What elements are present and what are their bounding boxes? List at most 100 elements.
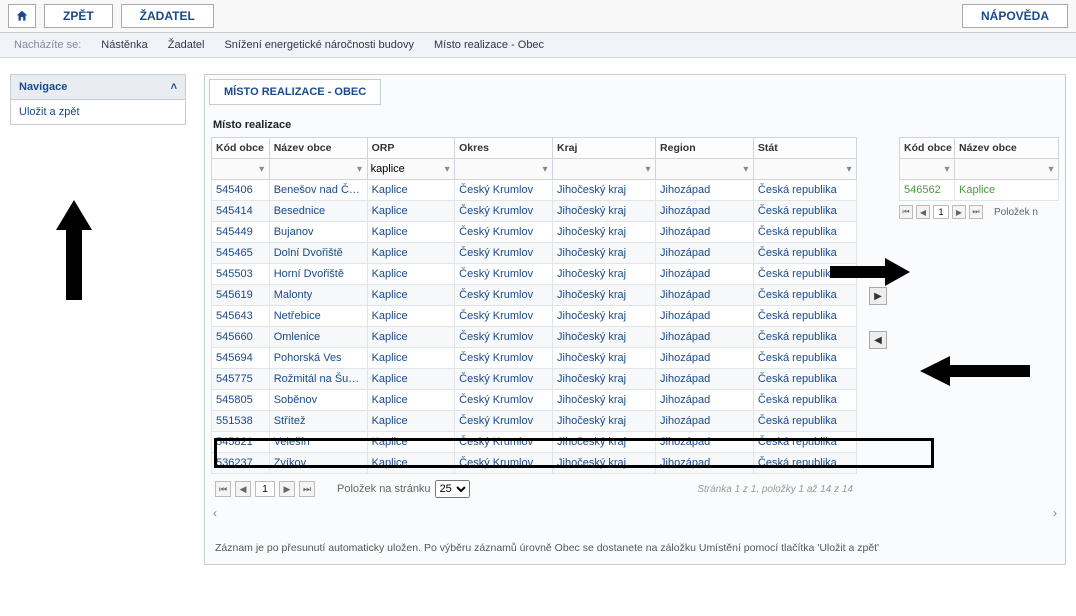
cell-nazev: Zvíkov [269, 453, 367, 474]
cell-region: Jihozápad [656, 306, 754, 327]
rfilter-kod[interactable] [901, 160, 941, 178]
per-page-label: Položek na stránku [337, 483, 431, 495]
move-right-button[interactable]: ▶ [869, 287, 887, 305]
filter-kraj[interactable] [554, 160, 642, 178]
cell-okres: Český Krumlov [455, 201, 553, 222]
funnel-icon[interactable]: ▾ [843, 164, 855, 175]
back-button[interactable]: ZPĚT [44, 4, 113, 28]
col-okres[interactable]: Okres [455, 138, 553, 159]
filter-nazev[interactable] [271, 160, 354, 178]
rpager-prev[interactable]: ◀ [916, 205, 930, 219]
scroll-right-icon[interactable]: › [1053, 506, 1057, 520]
filter-stat[interactable] [755, 160, 843, 178]
pager-next[interactable]: ▶ [279, 481, 295, 497]
cell-kod: 545821 [212, 432, 270, 453]
rpager-page-input[interactable] [933, 205, 949, 219]
cell-okres: Český Krumlov [455, 327, 553, 348]
filter-okres[interactable] [456, 160, 539, 178]
rpager-next[interactable]: ▶ [952, 205, 966, 219]
per-page-select[interactable]: 25 [435, 480, 470, 498]
table-row[interactable]: 545465Dolní DvořištěKapliceČeský Krumlov… [212, 243, 857, 264]
col-kod[interactable]: Kód obce [212, 138, 270, 159]
cell-kod: 545406 [212, 180, 270, 201]
table-row[interactable]: 545805SoběnovKapliceČeský KrumlovJihočes… [212, 390, 857, 411]
rcol-nazev[interactable]: Název obce [955, 138, 1059, 159]
cell-kod: 545643 [212, 306, 270, 327]
cell-nazev: Kaplice [955, 180, 1059, 201]
funnel-icon[interactable]: ▾ [941, 164, 953, 175]
move-left-button[interactable]: ◀ [869, 331, 887, 349]
rpager-last[interactable]: ⏭ [969, 205, 983, 219]
table-row[interactable]: 545694Pohorská VesKapliceČeský KrumlovJi… [212, 348, 857, 369]
help-button[interactable]: NÁPOVĚDA [962, 4, 1068, 28]
cell-region: Jihozápad [656, 411, 754, 432]
cell-region: Jihozápad [656, 369, 754, 390]
funnel-icon[interactable]: ▾ [354, 164, 366, 175]
col-orp[interactable]: ORP [367, 138, 455, 159]
table-row[interactable]: 545660OmleniceKapliceČeský KrumlovJihoče… [212, 327, 857, 348]
crumb-program[interactable]: Snížení energetické náročnosti budovy [224, 39, 414, 51]
funnel-icon[interactable]: ▾ [740, 164, 752, 175]
cell-orp: Kaplice [367, 453, 455, 474]
rfilter-nazev[interactable] [956, 160, 1045, 178]
cell-okres: Český Krumlov [455, 306, 553, 327]
crumb-dashboard[interactable]: Nástěnka [101, 39, 147, 51]
table-row[interactable]: 546562Kaplice [900, 180, 1059, 201]
tab-misto-realizace[interactable]: MÍSTO REALIZACE - OBEC [209, 79, 381, 105]
col-stat[interactable]: Stát [753, 138, 856, 159]
rpager-first[interactable]: ⏮ [899, 205, 913, 219]
col-kraj[interactable]: Kraj [553, 138, 656, 159]
cell-kod: 545449 [212, 222, 270, 243]
table-row[interactable]: 545414BesedniceKapliceČeský KrumlovJihoč… [212, 201, 857, 222]
cell-orp: Kaplice [367, 327, 455, 348]
pager-page-input[interactable] [255, 481, 275, 497]
col-region[interactable]: Region [656, 138, 754, 159]
funnel-icon[interactable]: ▾ [256, 164, 268, 175]
table-row[interactable]: 551538StřítežKapliceČeský KrumlovJihočes… [212, 411, 857, 432]
cell-kraj: Jihočeský kraj [553, 243, 656, 264]
table-row[interactable]: 545449BujanovKapliceČeský KrumlovJihočes… [212, 222, 857, 243]
cell-stat: Česká republika [753, 348, 856, 369]
cell-kod: 546562 [900, 180, 955, 201]
home-button[interactable] [8, 4, 36, 28]
nav-save-and-back[interactable]: Uložit a zpět [10, 100, 186, 125]
applicant-button[interactable]: ŽADATEL [121, 4, 214, 28]
nav-header[interactable]: Navigace ˄ [10, 74, 186, 100]
filter-region[interactable] [657, 160, 740, 178]
table-row[interactable]: 536237ZvíkovKapliceČeský KrumlovJihočesk… [212, 453, 857, 474]
table-row[interactable]: 545775Rožmitál na Šum…KapliceČeský Kruml… [212, 369, 857, 390]
pager-first[interactable]: ⏮ [215, 481, 231, 497]
table-row[interactable]: 545643NetřebiceKapliceČeský KrumlovJihoč… [212, 306, 857, 327]
funnel-icon[interactable]: ▾ [539, 164, 551, 175]
pager-prev[interactable]: ◀ [235, 481, 251, 497]
cell-stat: Česká republika [753, 369, 856, 390]
cell-nazev: Omlenice [269, 327, 367, 348]
pager-last[interactable]: ⏭ [299, 481, 315, 497]
cell-stat: Česká republika [753, 222, 856, 243]
crumb-applicant[interactable]: Žadatel [168, 39, 205, 51]
table-row[interactable]: 545503Horní DvořištěKapliceČeský Krumlov… [212, 264, 857, 285]
funnel-icon[interactable]: ▾ [642, 164, 654, 175]
filter-orp[interactable] [369, 160, 442, 178]
cell-stat: Česká republika [753, 201, 856, 222]
scroll-left-icon[interactable]: ‹ [213, 506, 217, 520]
funnel-icon[interactable]: ▾ [1045, 164, 1057, 175]
filter-kod[interactable] [213, 160, 256, 178]
rpager-tail: Položek n [994, 207, 1038, 218]
cell-orp: Kaplice [367, 348, 455, 369]
col-nazev[interactable]: Název obce [269, 138, 367, 159]
table-row[interactable]: 545821VelešínKapliceČeský KrumlovJihočes… [212, 432, 857, 453]
funnel-icon[interactable]: ▾ [441, 164, 453, 175]
cell-region: Jihozápad [656, 348, 754, 369]
cell-okres: Český Krumlov [455, 369, 553, 390]
cell-kod: 545619 [212, 285, 270, 306]
table-row[interactable]: 545406Benešov nad Čer…KapliceČeský Kruml… [212, 180, 857, 201]
rcol-kod[interactable]: Kód obce [900, 138, 955, 159]
cell-kraj: Jihočeský kraj [553, 201, 656, 222]
cell-kraj: Jihočeský kraj [553, 285, 656, 306]
cell-kraj: Jihočeský kraj [553, 432, 656, 453]
table-row[interactable]: 545619MalontyKapliceČeský KrumlovJihočes… [212, 285, 857, 306]
cell-kraj: Jihočeský kraj [553, 264, 656, 285]
cell-okres: Český Krumlov [455, 264, 553, 285]
hscroll-bar[interactable]: ‹ › [205, 504, 1065, 528]
